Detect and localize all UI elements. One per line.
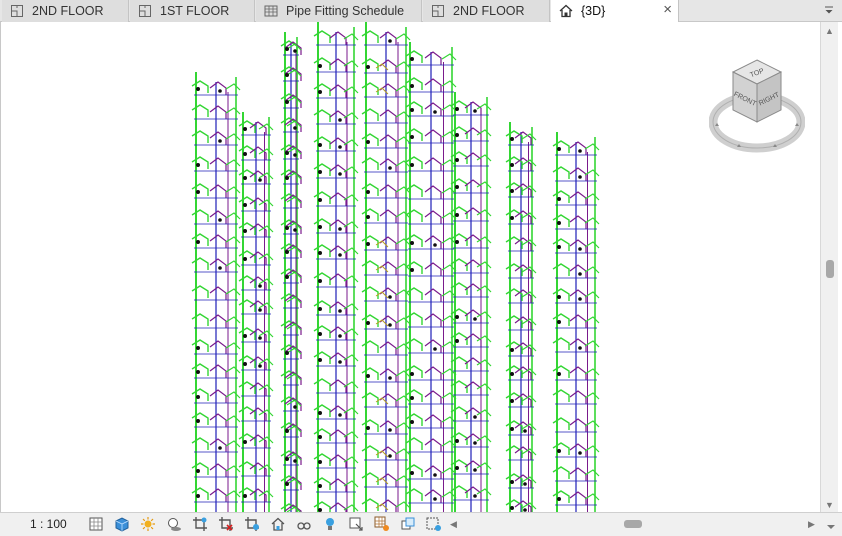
tab-label: 2ND FLOOR bbox=[453, 4, 525, 18]
tab-label: 1ST FLOOR bbox=[160, 4, 230, 18]
tab-list-dropdown-icon[interactable] bbox=[822, 3, 836, 17]
analytical-model-icon[interactable] bbox=[348, 516, 364, 532]
tab-2nd-floor-2[interactable]: 2ND FLOOR bbox=[423, 0, 550, 22]
horizontal-scrollbar[interactable]: ◀ ▶ bbox=[448, 516, 820, 532]
floor-plan-icon bbox=[432, 5, 444, 17]
view-control-bar: 1 : 100 ◀ ▶ bbox=[0, 512, 842, 536]
reveal-constraints-icon[interactable] bbox=[400, 516, 416, 532]
view-tab-bar: 2ND FLOOR 1ST FLOOR Pipe Fitting Schedul… bbox=[0, 0, 842, 22]
unlock-3d-view-icon[interactable] bbox=[244, 516, 260, 532]
tab-1st-floor[interactable]: 1ST FLOOR bbox=[130, 0, 255, 22]
3d-model-canvas[interactable]: TOP FRONT RIGHT bbox=[0, 22, 820, 512]
view-scale[interactable]: 1 : 100 bbox=[30, 517, 67, 531]
highlight-displacement-icon[interactable] bbox=[374, 516, 390, 532]
temporary-hide-icon[interactable] bbox=[270, 516, 286, 532]
viewcube[interactable]: TOP FRONT RIGHT bbox=[709, 56, 805, 154]
tab-label: Pipe Fitting Schedule bbox=[286, 4, 405, 18]
tab-label: 2ND FLOOR bbox=[32, 4, 104, 18]
floor-plan-icon bbox=[139, 5, 151, 17]
schedule-icon bbox=[264, 5, 278, 17]
home-3d-icon bbox=[559, 4, 573, 18]
show-crop-region-icon[interactable] bbox=[218, 516, 234, 532]
tab-pipe-fitting-schedule[interactable]: Pipe Fitting Schedule bbox=[256, 0, 422, 22]
reveal-hidden-icon[interactable] bbox=[296, 516, 312, 532]
temporary-view-properties-icon[interactable] bbox=[426, 516, 442, 532]
tab-2nd-floor[interactable]: 2ND FLOOR bbox=[2, 0, 129, 22]
horizontal-scroll-thumb[interactable] bbox=[624, 520, 642, 528]
tab-3d[interactable]: {3D} × bbox=[551, 0, 679, 22]
piping-model-drawing bbox=[191, 22, 600, 512]
scroll-up-icon[interactable]: ▲ bbox=[825, 26, 834, 36]
scroll-down-icon[interactable]: ▼ bbox=[825, 500, 834, 510]
visual-style-icon[interactable] bbox=[114, 516, 130, 532]
crop-view-icon[interactable] bbox=[192, 516, 208, 532]
sun-path-icon[interactable] bbox=[140, 516, 156, 532]
scroll-right-icon[interactable]: ▶ bbox=[808, 519, 815, 529]
shadows-icon[interactable] bbox=[166, 516, 182, 532]
tab-label: {3D} bbox=[581, 4, 606, 18]
worksharing-icon[interactable] bbox=[322, 516, 338, 532]
resize-grip-icon[interactable] bbox=[824, 518, 838, 532]
vertical-scroll-thumb[interactable] bbox=[826, 260, 834, 278]
scroll-left-icon[interactable]: ◀ bbox=[450, 519, 457, 529]
floor-plan-icon bbox=[11, 5, 23, 17]
close-tab-icon[interactable]: × bbox=[663, 2, 672, 18]
vertical-scrollbar[interactable]: ▲ ▼ bbox=[820, 22, 838, 512]
detail-level-icon[interactable] bbox=[88, 516, 104, 532]
